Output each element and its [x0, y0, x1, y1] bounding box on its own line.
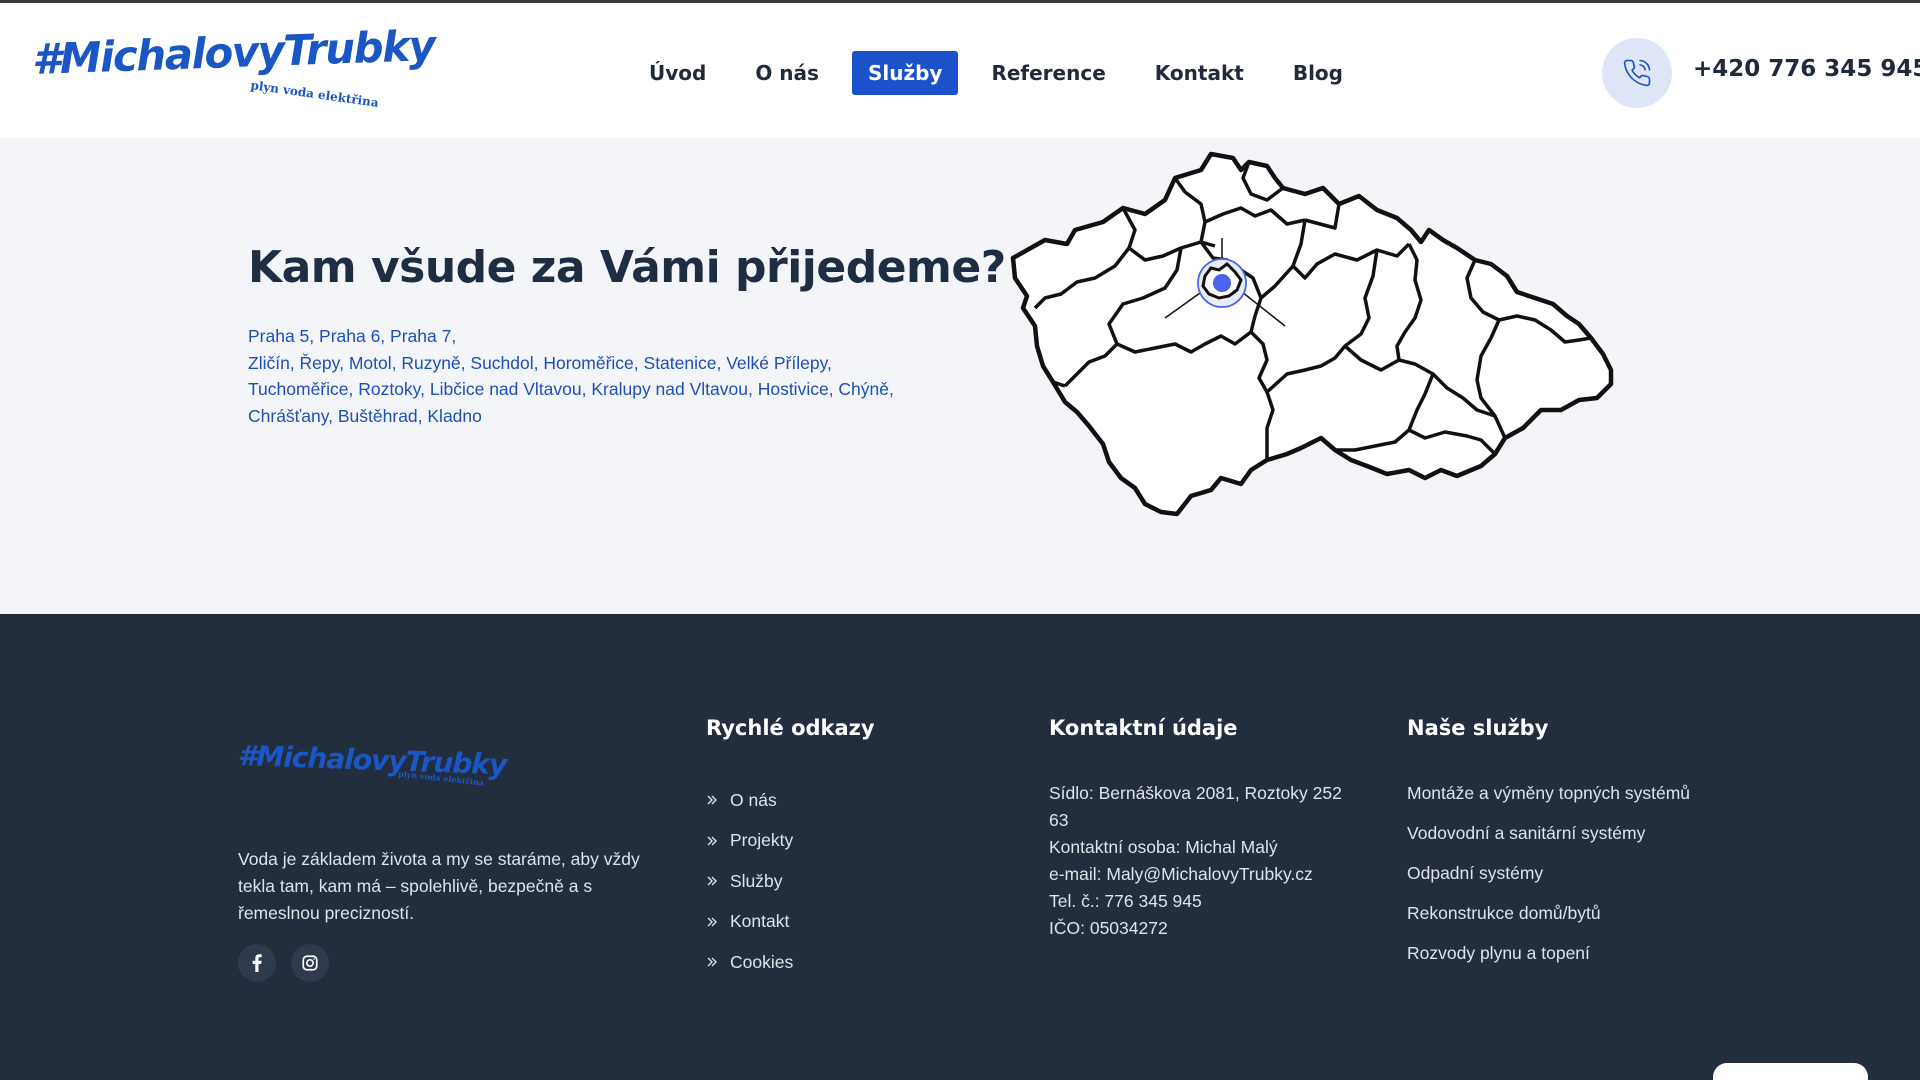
places-line: Praha 5, Praha 6, Praha 7,	[248, 326, 457, 346]
chevron-double-right-icon	[706, 835, 720, 847]
cookie-widget-tab[interactable]	[1713, 1063, 1868, 1080]
places-line: Tuchoměřice, Roztoky, Libčice nad Vltavo…	[248, 379, 894, 399]
header-phone-number[interactable]: +420 776 345 945	[1693, 56, 1920, 82]
places-line: Chrášťany, Buštěhrad, Kladno	[248, 405, 482, 426]
contact-title: Kontaktní údaje	[1049, 716, 1238, 740]
nav-sluzby[interactable]: Služby	[851, 51, 959, 95]
contact-email[interactable]: e-mail: Maly@MichalovyTrubky.cz	[1049, 861, 1359, 888]
contact-ico: IČO: 05034272	[1049, 918, 1168, 938]
nav-blog[interactable]: Blog	[1277, 51, 1359, 95]
quick-link-label: Projekty	[730, 830, 794, 851]
instagram-icon[interactable]	[291, 944, 329, 982]
contact-address: Sídlo: Bernáškova 2081, Roztoky 252 63	[1049, 783, 1342, 830]
chevron-double-right-icon	[706, 875, 720, 887]
quick-links-list: O nás Projekty Služby Kontakt Cookies	[706, 780, 793, 983]
quick-link-label: Kontakt	[730, 911, 790, 932]
logo-text: #MichalovyTrubky	[31, 20, 436, 84]
logo-tagline: plyn voda elektřina	[249, 78, 380, 110]
coverage-section: Kam všude za Vámi přijedeme? Praha 5, Pr…	[0, 138, 1920, 614]
quick-link-o-nas[interactable]: O nás	[706, 780, 793, 821]
phone-icon[interactable]	[1602, 38, 1672, 108]
quick-link-label: Cookies	[730, 951, 794, 972]
quick-link-sluzby[interactable]: Služby	[706, 861, 793, 902]
coverage-places: Praha 5, Praha 6, Praha 7, Zličín, Řepy,…	[248, 323, 948, 429]
quick-links-title: Rychlé odkazy	[706, 716, 875, 740]
nav-uvod[interactable]: Úvod	[633, 51, 722, 95]
site-logo[interactable]: #MichalovyTrubky plyn voda elektřina	[31, 21, 435, 115]
chevron-double-right-icon	[706, 794, 720, 806]
quick-link-label: O nás	[730, 789, 777, 810]
facebook-icon[interactable]	[238, 944, 276, 982]
quick-link-projekty[interactable]: Projekty	[706, 821, 793, 862]
contact-phone[interactable]: Tel. č.: 776 345 945	[1049, 888, 1359, 915]
services-title: Naše služby	[1407, 716, 1549, 740]
main-nav: Úvod O nás Služby Reference Kontakt Blog	[633, 51, 1376, 95]
site-footer: #MichalovyTrubky plyn voda elektřina Vod…	[0, 614, 1920, 1080]
nav-reference[interactable]: Reference	[975, 51, 1121, 95]
czech-republic-map	[1010, 151, 1614, 517]
service-item[interactable]: Odpadní systémy	[1407, 860, 1707, 887]
footer-about-text: Voda je základem života a my se staráme,…	[238, 849, 640, 923]
chevron-double-right-icon	[706, 956, 720, 968]
footer-logo[interactable]: #MichalovyTrubky plyn voda elektřina	[237, 739, 506, 799]
service-item[interactable]: Rozvody plynu a topení	[1407, 940, 1707, 967]
quick-link-label: Služby	[730, 870, 783, 891]
places-line: Zličín, Řepy, Motol, Ruzyně, Suchdol, Ho…	[248, 352, 832, 373]
contact-person: Kontaktní osoba: Michal Malý	[1049, 837, 1278, 857]
nav-kontakt[interactable]: Kontakt	[1139, 51, 1260, 95]
services-list: Montáže a výměny topných systémů Vodovod…	[1407, 780, 1707, 980]
quick-link-kontakt[interactable]: Kontakt	[706, 902, 793, 943]
quick-link-cookies[interactable]: Cookies	[706, 942, 793, 983]
contact-details: Sídlo: Bernáškova 2081, Roztoky 252 63 K…	[1049, 780, 1359, 942]
nav-o-nas[interactable]: O nás	[739, 51, 835, 95]
coverage-title: Kam všude za Vámi přijedeme?	[248, 242, 1006, 293]
chevron-double-right-icon	[706, 916, 720, 928]
site-header: #MichalovyTrubky plyn voda elektřina Úvo…	[0, 3, 1920, 138]
service-item[interactable]: Montáže a výměny topných systémů	[1407, 780, 1707, 807]
service-item[interactable]: Vodovodní a sanitární systémy	[1407, 820, 1707, 847]
service-item[interactable]: Rekonstrukce domů/bytů	[1407, 900, 1707, 927]
